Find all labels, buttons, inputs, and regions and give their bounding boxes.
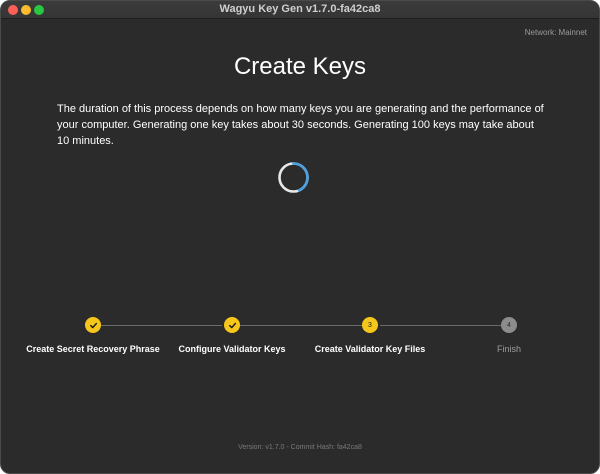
version-footer: Version: v1.7.0 - Commit Hash: fa42ca8 <box>238 444 362 451</box>
step-connector <box>240 325 362 326</box>
app-window: Wagyu Key Gen v1.7.0-fa42ca8 Network: Ma… <box>0 0 600 474</box>
step-4-indicator: 4 <box>501 317 517 333</box>
spinner-icon <box>278 162 309 193</box>
step-2-indicator <box>224 317 240 333</box>
network-indicator: Network: Mainnet <box>524 28 587 37</box>
step-3-label: Create Validator Key Files <box>314 344 426 354</box>
step-1-label: Create Secret Recovery Phrase <box>26 344 160 354</box>
step-4-label: Finish <box>496 344 521 354</box>
step-connector <box>380 325 501 326</box>
step-4-number: 4 <box>507 321 511 329</box>
title-bar: Wagyu Key Gen v1.7.0-fa42ca8 <box>1 1 599 19</box>
process-description: The duration of this process depends on … <box>57 103 544 147</box>
page-title: Create Keys <box>233 53 367 80</box>
step-1-indicator <box>85 317 101 333</box>
check-icon <box>228 322 236 328</box>
check-icon <box>89 322 97 328</box>
window-title: Wagyu Key Gen v1.7.0-fa42ca8 <box>219 3 381 15</box>
step-2-label: Configure Validator Keys <box>178 344 286 354</box>
step-3-indicator: 3 <box>362 317 378 333</box>
step-connector <box>101 325 222 326</box>
progress-stepper: Create Secret Recovery Phrase Configure … <box>1 317 599 357</box>
step-3-number: 3 <box>368 321 372 329</box>
